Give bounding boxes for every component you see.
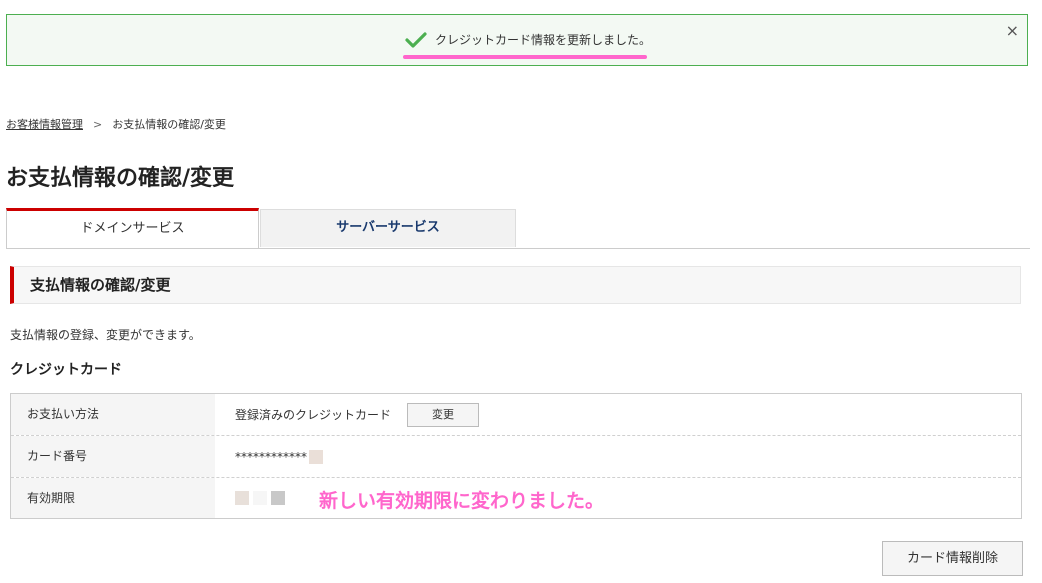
payment-method-value: 登録済みのクレジットカード [235,408,392,422]
page-title: お支払情報の確認/変更 [6,166,235,191]
alert-message-wrap: クレジットカード情報を更新しました。 [405,31,651,48]
expiry-value-cell: 新しい有効期限に変わりました。 [215,478,1021,518]
highlight-underline [403,55,647,59]
payment-method-label: お支払い方法 [11,394,215,435]
credit-card-heading: クレジットカード [10,362,122,378]
section-description: 支払情報の登録、変更ができます。 [10,328,201,342]
close-icon[interactable]: × [1006,21,1019,40]
card-number-label: カード番号 [11,436,215,477]
masked-digits [309,449,323,464]
expiry-updated-annotation: 新しい有効期限に変わりました。 [319,490,605,512]
breadcrumb: お客様情報管理 > お支払情報の確認/変更 [6,116,226,132]
payment-info-table: お支払い方法 登録済みのクレジットカード 変更 カード番号 **********… [10,393,1022,519]
table-row: 有効期限 新しい有効期限に変わりました。 [11,478,1021,518]
card-number-value-cell: ************ [215,436,1021,477]
payment-method-value-cell: 登録済みのクレジットカード 変更 [215,394,1021,435]
section-heading: 支払情報の確認/変更 [10,266,1021,304]
breadcrumb-separator-icon: > [93,117,103,131]
tab-server-service[interactable]: サーバーサービス [260,209,516,247]
masked-expiry-month [235,491,249,505]
success-alert: クレジットカード情報を更新しました。 × [6,14,1028,66]
change-button[interactable]: 変更 [407,402,480,427]
delete-card-button[interactable]: カード情報削除 [882,541,1023,576]
service-tabs: ドメインサービス サーバーサービス [6,208,1030,249]
expiry-label: 有効期限 [11,478,215,518]
table-row: お支払い方法 登録済みのクレジットカード 変更 [11,394,1021,436]
masked-expiry-separator [253,491,267,505]
tab-domain-service[interactable]: ドメインサービス [6,208,259,248]
table-row: カード番号 ************ [11,436,1021,478]
card-number-value: ************ [235,449,307,464]
masked-expiry-year [271,491,285,505]
breadcrumb-current: お支払情報の確認/変更 [112,118,226,131]
breadcrumb-link-customer-info[interactable]: お客様情報管理 [6,116,83,132]
check-icon [405,31,427,48]
alert-message: クレジットカード情報を更新しました。 [435,33,652,47]
